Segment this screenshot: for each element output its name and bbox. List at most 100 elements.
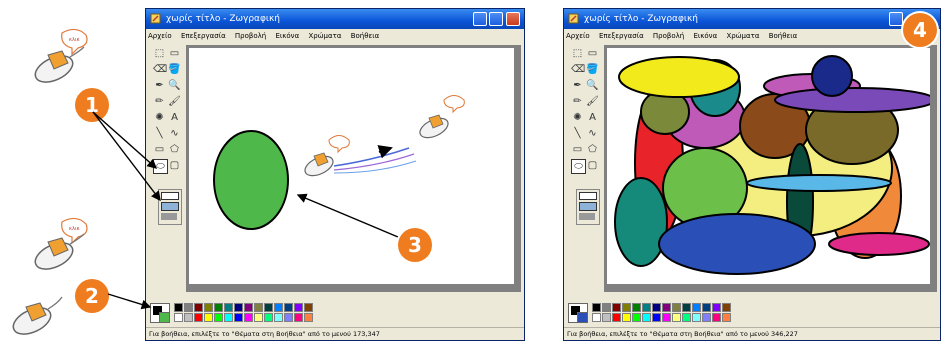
polygon-icon[interactable]: ⬠	[586, 143, 599, 156]
palette-swatch[interactable]	[672, 303, 681, 312]
palette-swatch[interactable]	[214, 303, 223, 312]
airbrush-icon[interactable]: ✺	[153, 111, 166, 124]
palette-swatch[interactable]	[284, 313, 293, 322]
menu-view[interactable]: Προβολή	[653, 32, 684, 40]
palette-swatch[interactable]	[692, 303, 701, 312]
line-icon[interactable]: ╲	[153, 127, 166, 140]
ellipse-icon[interactable]: ⬭	[571, 159, 586, 174]
palette-swatch[interactable]	[682, 303, 691, 312]
palette-swatch[interactable]	[294, 313, 303, 322]
select-icon[interactable]: ▭	[168, 47, 181, 60]
palette-swatch[interactable]	[722, 303, 731, 312]
selected-fill-option[interactable]	[161, 202, 179, 211]
drawing-canvas[interactable]	[607, 48, 936, 284]
menu-edit[interactable]: Επεξεργασία	[599, 32, 644, 40]
palette-swatch[interactable]	[194, 313, 203, 322]
free-select-icon[interactable]: ⬚	[153, 47, 166, 60]
curve-icon[interactable]: ∿	[586, 127, 599, 140]
palette-swatch[interactable]	[224, 313, 233, 322]
palette-swatch[interactable]	[274, 313, 283, 322]
palette-swatch[interactable]	[642, 313, 651, 322]
maximize-button[interactable]	[489, 12, 503, 26]
palette-swatch[interactable]	[632, 313, 641, 322]
curve-icon[interactable]: ∿	[168, 127, 181, 140]
palette-swatch[interactable]	[184, 313, 193, 322]
palette-swatch[interactable]	[264, 303, 273, 312]
menu-colors[interactable]: Χρώματα	[726, 32, 759, 40]
fill-icon[interactable]: 🪣	[168, 63, 181, 76]
palette-swatch[interactable]	[254, 313, 263, 322]
line-icon[interactable]: ╲	[571, 127, 584, 140]
drawing-canvas[interactable]	[189, 48, 514, 284]
palette-swatch[interactable]	[702, 303, 711, 312]
palette-swatch[interactable]	[712, 313, 721, 322]
palette-swatch[interactable]	[234, 303, 243, 312]
palette-swatch[interactable]	[244, 313, 253, 322]
text-icon[interactable]: A	[586, 111, 599, 124]
menu-help[interactable]: Βοήθεια	[351, 32, 380, 40]
palette-swatch[interactable]	[224, 303, 233, 312]
pencil-icon[interactable]: ✏	[153, 95, 166, 108]
palette-swatch[interactable]	[254, 303, 263, 312]
pencil-icon[interactable]: ✏	[571, 95, 584, 108]
menu-edit[interactable]: Επεξεργασία	[181, 32, 226, 40]
palette-swatch[interactable]	[304, 303, 313, 312]
palette-swatch[interactable]	[174, 303, 183, 312]
free-select-icon[interactable]: ⬚	[571, 47, 584, 60]
palette-swatch[interactable]	[204, 313, 213, 322]
select-icon[interactable]: ▭	[586, 47, 599, 60]
palette-swatch[interactable]	[174, 313, 183, 322]
palette-swatch[interactable]	[682, 313, 691, 322]
palette-swatch[interactable]	[194, 303, 203, 312]
palette-swatch[interactable]	[702, 313, 711, 322]
palette-swatch[interactable]	[602, 313, 611, 322]
airbrush-icon[interactable]: ✺	[571, 111, 584, 124]
palette-swatch[interactable]	[712, 303, 721, 312]
tool-options[interactable]	[158, 189, 182, 225]
palette-swatch[interactable]	[304, 313, 313, 322]
palette-swatch[interactable]	[294, 303, 303, 312]
polygon-icon[interactable]: ⬠	[168, 143, 181, 156]
fill-icon[interactable]: 🪣	[586, 63, 599, 76]
rectangle-icon[interactable]: ▭	[571, 143, 584, 156]
palette-swatch[interactable]	[244, 303, 253, 312]
minimize-button[interactable]	[889, 12, 903, 26]
magnifier-icon[interactable]: 🔍	[586, 79, 599, 92]
palette-swatch[interactable]	[214, 313, 223, 322]
eraser-icon[interactable]: ⌫	[153, 63, 167, 76]
tool-options[interactable]	[576, 189, 600, 225]
palette-swatch[interactable]	[612, 303, 621, 312]
close-button[interactable]	[506, 12, 520, 26]
palette-swatch[interactable]	[662, 303, 671, 312]
palette-swatch[interactable]	[612, 313, 621, 322]
minimize-button[interactable]	[473, 12, 487, 26]
palette-swatch[interactable]	[592, 303, 601, 312]
palette-swatch[interactable]	[642, 303, 651, 312]
text-icon[interactable]: A	[168, 111, 181, 124]
menu-image[interactable]: Εικόνα	[693, 32, 717, 40]
palette-swatch[interactable]	[652, 313, 661, 322]
palette-swatch[interactable]	[602, 303, 611, 312]
palette-swatch[interactable]	[622, 313, 631, 322]
palette-swatch[interactable]	[622, 303, 631, 312]
brush-icon[interactable]: 🖌	[168, 95, 181, 108]
palette-swatch[interactable]	[284, 303, 293, 312]
rectangle-icon[interactable]: ▭	[153, 143, 166, 156]
menu-file[interactable]: Αρχείο	[148, 32, 172, 40]
palette-swatch[interactable]	[662, 313, 671, 322]
palette-swatch[interactable]	[632, 303, 641, 312]
palette-swatch[interactable]	[234, 313, 243, 322]
current-colors[interactable]	[568, 303, 588, 323]
menu-file[interactable]: Αρχείο	[566, 32, 590, 40]
palette-swatch[interactable]	[264, 313, 273, 322]
magnifier-icon[interactable]: 🔍	[168, 79, 181, 92]
palette-swatch[interactable]	[592, 313, 601, 322]
menu-help[interactable]: Βοήθεια	[769, 32, 798, 40]
rounded-rect-icon[interactable]: ▢	[586, 159, 599, 172]
palette-swatch[interactable]	[692, 313, 701, 322]
palette-swatch[interactable]	[672, 313, 681, 322]
palette-swatch[interactable]	[204, 303, 213, 312]
picker-icon[interactable]: ✒	[153, 79, 166, 92]
brush-icon[interactable]: 🖌	[586, 95, 599, 108]
rounded-rect-icon[interactable]: ▢	[168, 159, 181, 172]
